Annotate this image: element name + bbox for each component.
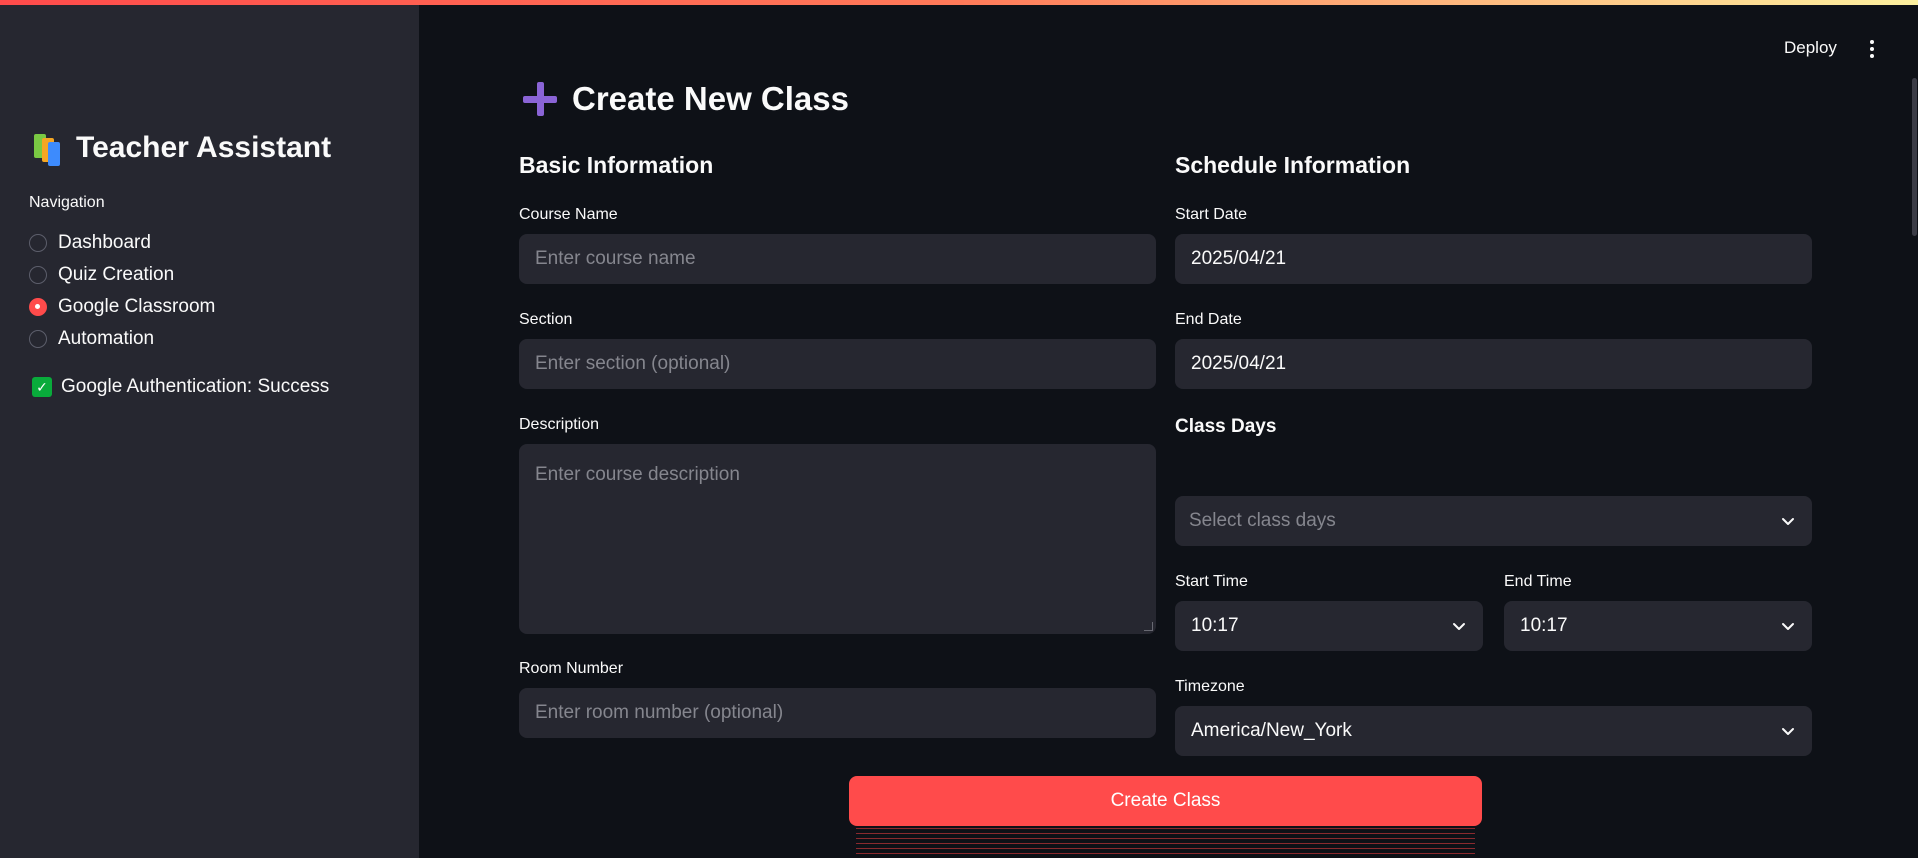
course-name-input[interactable]: Enter course name: [519, 234, 1156, 284]
app-title: Teacher Assistant: [32, 131, 332, 166]
navigation-radio-group: Dashboard Quiz Creation Google Classroom…: [29, 227, 215, 355]
radio-selected-icon[interactable]: [29, 298, 47, 316]
end-time-label: End Time: [1504, 573, 1572, 590]
nav-item-dashboard[interactable]: Dashboard: [29, 227, 215, 259]
description-placeholder: Enter course description: [535, 464, 740, 485]
navigation-label: Navigation: [29, 194, 105, 211]
start-time-value: 10:17: [1191, 615, 1239, 636]
radio-icon[interactable]: [29, 266, 47, 284]
nav-item-label: Google Classroom: [58, 296, 216, 317]
end-time-value: 10:17: [1520, 615, 1568, 636]
books-icon: [32, 132, 64, 166]
room-number-label: Room Number: [519, 660, 624, 677]
nav-item-label: Automation: [58, 328, 155, 349]
radio-icon[interactable]: [29, 330, 47, 348]
section-label: Section: [519, 311, 573, 328]
sidebar: Teacher Assistant Navigation Dashboard Q…: [0, 5, 419, 858]
description-textarea[interactable]: Enter course description: [519, 444, 1156, 634]
check-icon: ✓: [32, 377, 52, 397]
nav-item-label: Quiz Creation: [58, 264, 175, 285]
chevron-down-icon: [1453, 623, 1465, 630]
start-time-select[interactable]: 10:17: [1175, 601, 1483, 651]
plus-icon: [522, 81, 558, 117]
nav-item-quiz-creation[interactable]: Quiz Creation: [29, 259, 215, 291]
end-time-select[interactable]: 10:17: [1504, 601, 1812, 651]
class-days-multiselect[interactable]: Select class days: [1175, 496, 1812, 546]
chevron-down-icon: [1782, 728, 1794, 735]
room-number-input[interactable]: Enter room number (optional): [519, 688, 1156, 738]
kebab-menu-icon[interactable]: [1862, 38, 1882, 60]
schedule-information-title: Schedule Information: [1175, 152, 1411, 178]
scrollbar[interactable]: [1912, 78, 1917, 236]
timezone-select[interactable]: America/New_York: [1175, 706, 1812, 756]
class-days-placeholder: Select class days: [1189, 510, 1336, 531]
radio-icon[interactable]: [29, 234, 47, 252]
section-input[interactable]: Enter section (optional): [519, 339, 1156, 389]
timezone-label: Timezone: [1175, 678, 1245, 695]
class-days-heading: Class Days: [1175, 416, 1277, 437]
chevron-down-icon: [1782, 518, 1794, 525]
page-title: Create New Class: [572, 80, 849, 117]
deploy-button[interactable]: Deploy: [1784, 38, 1837, 58]
nav-item-automation[interactable]: Automation: [29, 323, 215, 355]
auth-status-text: Google Authentication: Success: [61, 376, 330, 397]
description-label: Description: [519, 416, 600, 433]
nav-item-label: Dashboard: [58, 232, 151, 253]
chevron-down-icon: [1782, 623, 1794, 630]
start-date-label: Start Date: [1175, 206, 1248, 223]
nav-item-google-classroom[interactable]: Google Classroom: [29, 291, 215, 323]
timezone-value: America/New_York: [1191, 720, 1352, 741]
create-class-button[interactable]: Create Class: [849, 776, 1482, 826]
basic-information-title: Basic Information: [519, 152, 714, 178]
course-name-label: Course Name: [519, 206, 618, 223]
end-date-input[interactable]: 2025/04/21: [1175, 339, 1812, 389]
start-time-label: Start Time: [1175, 573, 1248, 590]
decorative-stripes: [856, 828, 1475, 858]
resize-handle-icon[interactable]: [1144, 622, 1153, 631]
end-date-label: End Date: [1175, 311, 1242, 328]
app-title-text: Teacher Assistant: [76, 131, 332, 164]
start-date-input[interactable]: 2025/04/21: [1175, 234, 1812, 284]
page-heading: Create New Class: [522, 80, 849, 118]
auth-status: ✓ Google Authentication: Success: [32, 376, 329, 398]
